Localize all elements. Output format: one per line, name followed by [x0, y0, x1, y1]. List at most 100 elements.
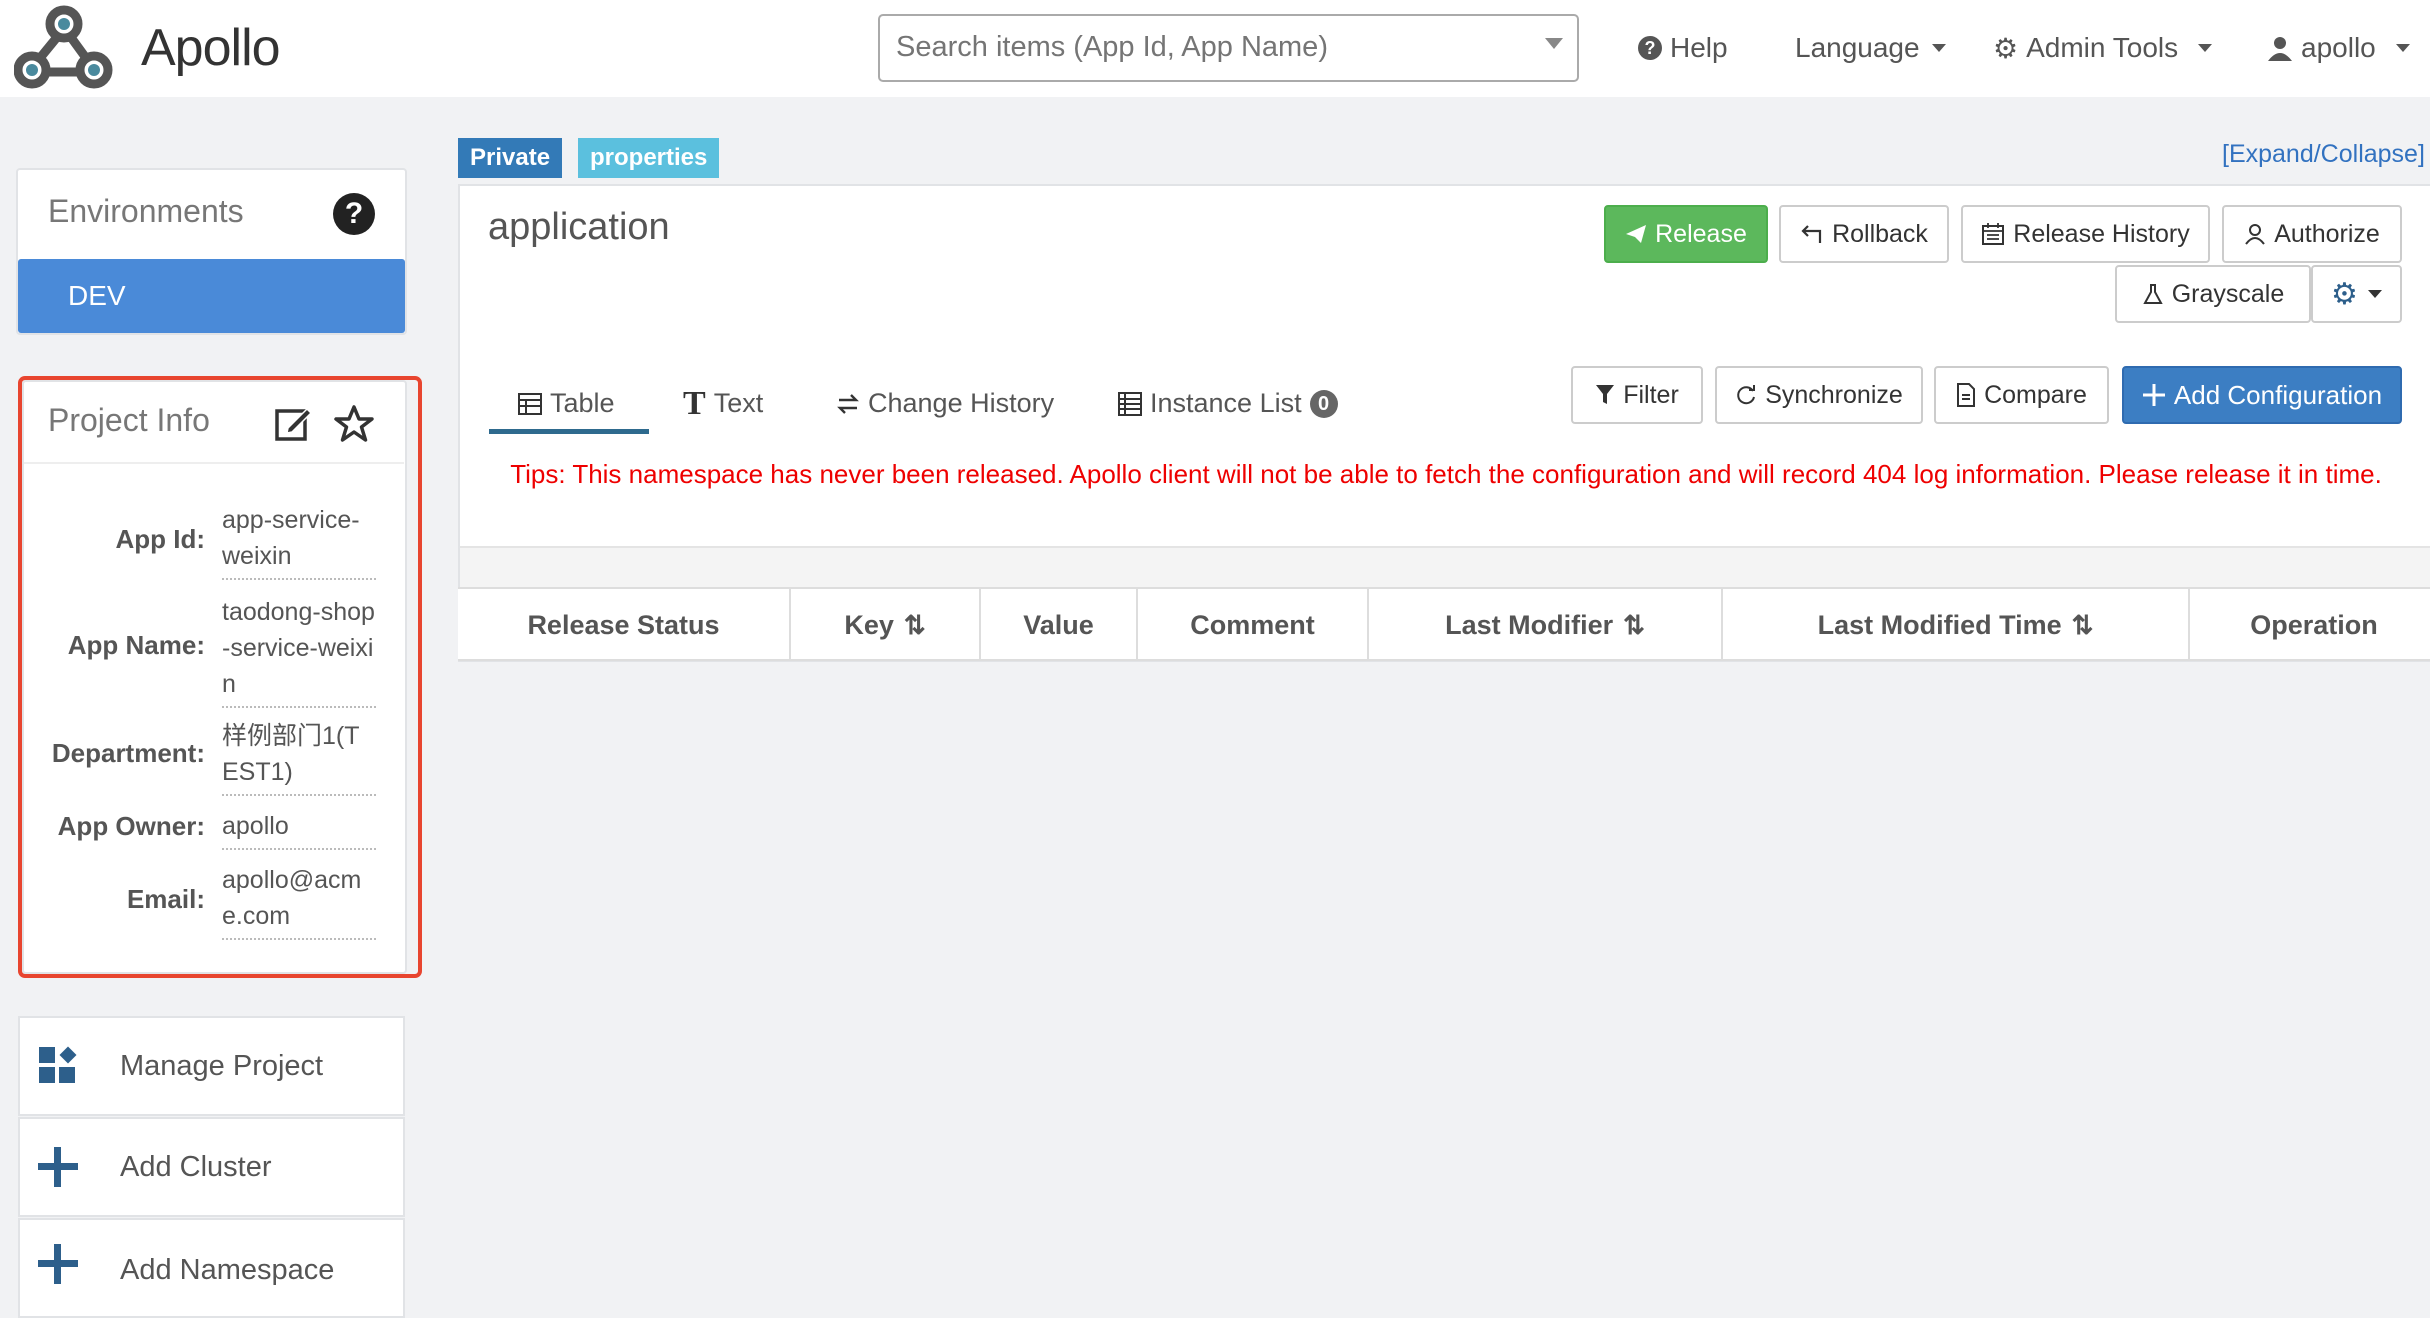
- column-last-modified-time[interactable]: Last Modified Time ⇅: [1723, 589, 2190, 661]
- search-input[interactable]: [896, 16, 1516, 78]
- help-link[interactable]: ? Help: [1638, 27, 1728, 69]
- star-icon[interactable]: [334, 404, 374, 442]
- instance-count-badge: 0: [1309, 389, 1338, 418]
- tab-change-history[interactable]: Change History: [836, 388, 1054, 419]
- help-label: Help: [1670, 32, 1728, 63]
- rollback-label: Rollback: [1832, 219, 1928, 248]
- environments-title: Environments: [48, 193, 244, 229]
- namespace-name: application: [488, 206, 670, 248]
- table-icon: [518, 392, 542, 415]
- active-tab-indicator: [489, 429, 649, 434]
- plus-icon: [2142, 384, 2165, 406]
- private-badge: Private: [458, 138, 563, 178]
- plus-icon: [38, 1147, 78, 1187]
- admin-tools-dropdown[interactable]: ⚙ Admin Tools: [1993, 27, 2213, 69]
- add-cluster-item[interactable]: Add Cluster: [18, 1117, 405, 1217]
- synchronize-label: Synchronize: [1765, 380, 1903, 409]
- caret-down-icon: [1931, 44, 1946, 52]
- sort-icon[interactable]: ⇅: [2072, 610, 2094, 641]
- tab-table[interactable]: Table: [518, 388, 615, 419]
- tab-instance-list[interactable]: Instance List 0: [1118, 388, 1338, 419]
- settings-dropdown-button[interactable]: ⚙: [2311, 265, 2402, 323]
- add-configuration-label: Add Configuration: [2173, 379, 2383, 410]
- edit-icon[interactable]: [274, 404, 312, 442]
- user-icon: [2245, 224, 2265, 245]
- tab-instance-list-label: Instance List: [1150, 388, 1302, 418]
- gear-icon: ⚙: [2331, 277, 2358, 311]
- authorize-label: Authorize: [2274, 219, 2380, 248]
- authorize-button[interactable]: Authorize: [2222, 205, 2402, 263]
- chevron-down-icon[interactable]: [1545, 38, 1563, 49]
- add-namespace-item[interactable]: Add Namespace: [18, 1218, 405, 1318]
- config-table-header: Release Status Key ⇅ Value Comment Last M…: [458, 587, 2430, 661]
- user-dropdown[interactable]: apollo: [2267, 27, 2410, 69]
- add-configuration-button[interactable]: Add Configuration: [2122, 366, 2402, 424]
- column-label: Last Modified Time: [1817, 609, 2062, 640]
- send-icon: [1626, 225, 1647, 243]
- tab-change-history-label: Change History: [868, 388, 1055, 418]
- column-label: Release Status: [527, 609, 720, 640]
- column-label: Value: [1023, 609, 1094, 640]
- plus-icon: [38, 1244, 78, 1284]
- tips-message: Tips: This namespace has never been rele…: [510, 459, 2382, 489]
- caret-down-icon: [2198, 44, 2213, 52]
- rollback-icon: [1801, 225, 1822, 243]
- column-label: Operation: [2250, 609, 2378, 640]
- add-namespace-label: Add Namespace: [120, 1254, 335, 1286]
- tab-table-label: Table: [550, 388, 615, 418]
- question-circle-icon[interactable]: ?: [333, 193, 375, 235]
- synchronize-button[interactable]: Synchronize: [1715, 366, 1923, 424]
- logo-text: Apollo: [141, 19, 281, 77]
- flask-icon: [2143, 284, 2163, 304]
- department-label: Department:: [51, 738, 205, 768]
- grayscale-button[interactable]: Grayscale: [2115, 265, 2311, 323]
- caret-down-icon: [2367, 290, 2382, 298]
- column-label: Key: [844, 609, 894, 640]
- expand-collapse-link[interactable]: [Expand/Collapse]: [2222, 140, 2425, 169]
- apollo-logo[interactable]: Apollo: [14, 2, 281, 94]
- user-label: apollo: [2301, 32, 2376, 63]
- project-info-title: Project Info: [48, 402, 210, 438]
- grayscale-label: Grayscale: [2171, 279, 2285, 308]
- sort-icon[interactable]: ⇅: [904, 610, 926, 641]
- swap-icon: [837, 393, 859, 414]
- sort-icon[interactable]: ⇅: [1623, 610, 1645, 641]
- widgets-icon: [39, 1046, 77, 1083]
- tab-text[interactable]: T Text: [683, 384, 764, 422]
- calendar-icon: [1982, 223, 2005, 245]
- text-icon: T: [683, 384, 706, 422]
- release-button[interactable]: Release: [1604, 205, 1768, 263]
- release-history-button[interactable]: Release History: [1961, 205, 2210, 263]
- language-label: Language: [1795, 32, 1920, 63]
- app-id-label: App Id:: [115, 524, 205, 554]
- top-navbar: Apollo ? Help Language ⚙ Admin Tools apo…: [0, 0, 2430, 97]
- app-owner-label: App Owner:: [57, 811, 205, 841]
- manage-project-item[interactable]: Manage Project: [18, 1016, 405, 1116]
- rollback-button[interactable]: Rollback: [1779, 205, 1949, 263]
- question-circle-icon: ?: [1638, 36, 1662, 60]
- column-key[interactable]: Key ⇅: [791, 589, 981, 661]
- refresh-icon: [1737, 385, 1756, 405]
- tab-text-label: Text: [713, 388, 764, 418]
- app-name-label: App Name:: [67, 630, 205, 660]
- filter-button[interactable]: Filter: [1571, 366, 1703, 424]
- language-dropdown[interactable]: Language: [1795, 27, 1946, 69]
- app-name-value: taodong-shop-service-weixin: [222, 594, 376, 708]
- column-label: Comment: [1190, 609, 1315, 640]
- app-owner-value: apollo: [222, 808, 376, 850]
- filter-label: Filter: [1623, 380, 1679, 409]
- compare-button[interactable]: Compare: [1934, 366, 2109, 424]
- email-value: apollo@acme.com: [222, 862, 376, 940]
- env-item-dev[interactable]: DEV: [18, 259, 405, 333]
- admin-tools-label: Admin Tools: [2026, 32, 2179, 63]
- email-label: Email:: [126, 884, 205, 914]
- column-last-modifier[interactable]: Last Modifier ⇅: [1369, 589, 1723, 661]
- compare-label: Compare: [1984, 380, 2087, 409]
- add-cluster-label: Add Cluster: [120, 1150, 272, 1183]
- apollo-logo-icon: [14, 5, 113, 89]
- app-search-select[interactable]: [878, 14, 1579, 82]
- column-release-status: Release Status: [458, 589, 791, 661]
- list-icon: [1118, 391, 1142, 416]
- caret-down-icon: [2395, 44, 2410, 52]
- gear-icon: ⚙: [1993, 32, 2019, 64]
